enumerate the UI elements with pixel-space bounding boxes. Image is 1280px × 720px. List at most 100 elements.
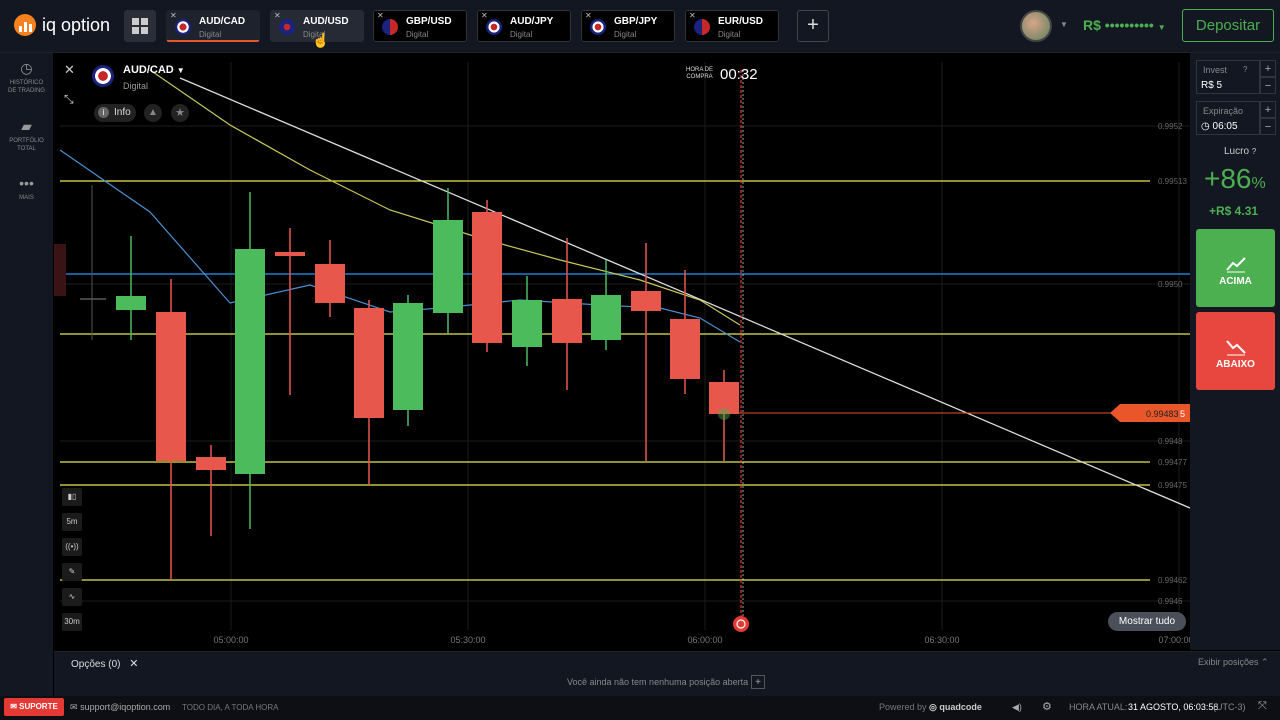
tab-asset-name: EUR/USD — [718, 16, 764, 27]
fullscreen-icon[interactable]: ⤧ — [1258, 700, 1267, 713]
wave-icon: ∿ — [68, 592, 76, 601]
flag-icon — [382, 19, 398, 35]
invest-field[interactable]: Invest ? R$ 5 — [1196, 60, 1260, 94]
drawing-tools-button[interactable]: ✎ — [62, 563, 82, 581]
purchase-label-line: COMPRA — [686, 74, 713, 80]
invest-decrease-button[interactable]: − — [1260, 77, 1276, 94]
sidebar-item-label: MAIS — [19, 195, 34, 201]
avatar[interactable] — [1020, 10, 1052, 42]
tab-eur-usd[interactable]: ✕ EUR/USD Digital — [685, 10, 779, 42]
add-position-button[interactable]: + — [751, 675, 765, 689]
flag-icon — [590, 19, 606, 35]
flag-aud-cad-icon — [92, 65, 114, 87]
trend-up-icon — [1225, 257, 1246, 273]
indicators-button[interactable]: ((•)) — [62, 538, 82, 556]
positions-panel — [54, 651, 1280, 696]
help-icon: ? — [1243, 65, 1248, 74]
x-tick-label: 05:00:00 — [213, 635, 248, 645]
info-icon: i — [98, 107, 109, 118]
tab-close-icon[interactable]: ✕ — [585, 11, 592, 20]
tab-close-icon[interactable]: ✕ — [377, 11, 384, 20]
clock-icon: ◷ — [20, 60, 33, 76]
balance-chevron-icon: ▼ — [1157, 23, 1166, 32]
chevron-up-icon: ⌃ — [1261, 657, 1269, 667]
candle — [433, 220, 463, 313]
avatar-chevron-icon[interactable]: ▼ — [1060, 20, 1068, 29]
put-label: ABAIXO — [1216, 359, 1255, 370]
show-positions-label: Exibir posições — [1198, 657, 1259, 667]
add-tab-button[interactable]: + — [797, 10, 829, 42]
y-tick-label: 0.9948 — [1158, 437, 1183, 446]
no-positions-text: Você ainda não tem nenhuma posição abert… — [567, 677, 749, 687]
tab-aud-jpy[interactable]: ✕ AUD/JPY Digital — [477, 10, 571, 42]
tab-close-icon[interactable]: ✕ — [689, 11, 696, 20]
support-button[interactable]: ✉ SUPORTE — [4, 698, 64, 716]
grid-icon — [132, 18, 148, 34]
email-link[interactable]: ✉ support@iqoption.com — [70, 702, 170, 713]
purchase-time-label: HORA DE COMPRA — [686, 67, 713, 81]
expiry-decrease-button[interactable]: − — [1260, 118, 1276, 135]
tab-gbp-jpy[interactable]: ✕ GBP/JPY Digital — [581, 10, 675, 42]
call-label: ACIMA — [1219, 276, 1252, 287]
expiry-field[interactable]: Expiração ◷ 06:05 — [1196, 101, 1260, 135]
tab-asset-type: Digital — [199, 30, 222, 39]
candle — [393, 303, 423, 410]
star-icon[interactable]: ★ — [171, 104, 189, 122]
volume-icon[interactable]: ◀) — [1012, 702, 1022, 713]
options-label: Opções (0) — [71, 659, 121, 670]
tab-close-icon[interactable]: ✕ — [170, 11, 177, 20]
show-positions-toggle[interactable]: Exibir posições ⌃ — [1198, 657, 1269, 668]
asset-selector[interactable]: AUD/CAD ▼ — [123, 64, 185, 76]
time-label: HORA ATUAL: — [1069, 702, 1128, 712]
collapse-icon[interactable]: ⤡ — [64, 92, 74, 107]
x-tick-label: 06:30:00 — [924, 635, 959, 645]
candle — [235, 249, 265, 474]
candle — [512, 300, 542, 347]
sidebar-item-more[interactable]: ••• MAIS — [0, 175, 53, 202]
grid-button[interactable] — [124, 10, 156, 42]
wave-tools-button[interactable]: ∿ — [62, 588, 82, 606]
chart-grid — [60, 62, 1190, 630]
purchase-label-line: HORA DE — [686, 67, 714, 73]
tab-gbp-usd[interactable]: ✕ GBP/USD Digital — [373, 10, 467, 42]
settings-icon[interactable]: ⚙ — [1042, 700, 1052, 713]
y-tick-label: 0.99475 — [1158, 481, 1187, 490]
sidebar-item-portfolio[interactable]: ▰ PORTFÓLIO TOTAL — [0, 118, 53, 153]
info-button[interactable]: i Info — [94, 104, 136, 122]
y-tick-label: 0.99462 — [1158, 576, 1187, 585]
expiry-increase-button[interactable]: + — [1260, 101, 1276, 118]
timeframe-button[interactable]: 5m — [62, 513, 82, 531]
logo[interactable]: iq option — [14, 14, 110, 36]
put-button[interactable]: ABAIXO — [1196, 312, 1275, 390]
candle — [354, 308, 384, 418]
y-tick-label: 0.9952 — [1158, 122, 1183, 131]
profit-label-text: Lucro — [1224, 146, 1250, 157]
interval-button[interactable]: 30m — [62, 613, 82, 631]
tab-aud-cad[interactable]: ✕ AUD/CAD Digital — [166, 10, 260, 42]
show-all-button[interactable]: Mostrar tudo — [1108, 612, 1186, 631]
close-icon[interactable]: ✕ — [129, 658, 138, 670]
balance[interactable]: R$ •••••••••• ▼ — [1083, 17, 1166, 33]
invest-increase-button[interactable]: + — [1260, 60, 1276, 77]
balance-value: R$ •••••••••• — [1083, 17, 1154, 33]
support-label: SUPORTE — [19, 702, 58, 711]
options-tab[interactable]: Opções (0) ✕ — [71, 657, 138, 670]
chart-type-button[interactable]: ▮▯ — [62, 488, 82, 506]
close-chart-icon[interactable]: ✕ — [64, 62, 78, 78]
timezone: (UTC-3) — [1213, 702, 1246, 712]
tab-close-icon[interactable]: ✕ — [274, 11, 281, 20]
call-button[interactable]: ACIMA — [1196, 229, 1275, 307]
profit-percent-sign: % — [1251, 175, 1266, 192]
price-chart[interactable]: 0.9952 0.99513 0.9950 0.9948 0.99477 0.99475 0… — [54, 53, 1190, 650]
bell-icon[interactable]: ▲ — [144, 104, 162, 122]
asset-chevron-icon: ▼ — [176, 66, 185, 75]
brand-text: quadcode — [939, 702, 982, 712]
deposit-button[interactable]: Depositar — [1182, 9, 1274, 42]
tab-close-icon[interactable]: ✕ — [481, 11, 488, 20]
flag-icon — [486, 19, 502, 35]
candle — [552, 299, 582, 343]
stopwatch-icon — [733, 616, 749, 632]
current-time: 31 AGOSTO, 06:03:58 — [1128, 702, 1219, 712]
sidebar-item-history[interactable]: ◷ HISTÓRICO DE TRADING — [0, 60, 53, 95]
y-axis-ticks: 0.9952 0.99513 0.9950 0.9948 0.99477 0.99475 0… — [1158, 122, 1187, 606]
